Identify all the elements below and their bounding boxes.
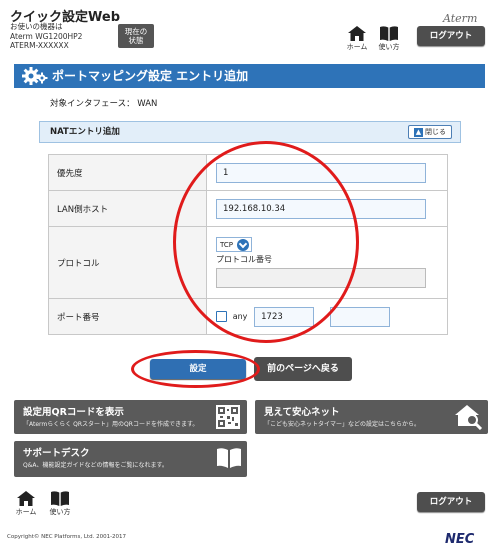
port-label: ポート番号 (48, 298, 207, 335)
home-button[interactable]: ホーム (343, 26, 371, 52)
qr-code-tile[interactable]: 設定用QRコードを表示 「Atermらくらく QRスタート」用のQRコードを作成… (14, 400, 247, 434)
book-icon (380, 26, 398, 41)
collapse-label: 閉じる (425, 128, 446, 136)
gear-icon (22, 67, 48, 85)
model-info-line: Aterm WG1200HP2 (10, 31, 83, 41)
brand-logo: Aterm (443, 12, 478, 25)
highlight-ring (131, 350, 260, 388)
back-button[interactable]: 前のページへ戻る (254, 357, 352, 381)
model-info: お使いの機器は Aterm WG1200HP2 ATERM-XXXXXX (10, 22, 82, 51)
qr-tile-title: 設定用QRコードを表示 (23, 407, 124, 418)
footer-help-button[interactable]: 使い方 (46, 491, 74, 517)
current-status-button[interactable]: 現在の 状態 (118, 24, 154, 48)
chevron-up-icon: ▲ (414, 127, 423, 137)
home-icon (348, 26, 366, 41)
footer-home-button[interactable]: ホーム (12, 491, 40, 517)
house-search-icon (455, 405, 483, 430)
qr-tile-desc: 「Atermらくらく QRスタート」用のQRコードを作成できます。 (23, 421, 199, 428)
logout-button[interactable]: ログアウト (417, 26, 485, 46)
support-tile-desc: Q&A、機能設定ガイドなどの情報をご覧になれます。 (23, 462, 168, 469)
book-icon (51, 491, 69, 506)
help-label: 使い方 (378, 43, 400, 51)
safety-net-tile[interactable]: 見えて安心ネット 「こども安心ネットタイマー」などの設定はこちらから。 (255, 400, 488, 434)
footer-help-label: 使い方 (49, 508, 71, 516)
copyright: Copyright© NEC Platforms, Ltd. 2001-2017 (7, 534, 127, 540)
home-label: ホーム (346, 43, 368, 51)
book-icon (217, 448, 241, 468)
nat-section-header: NATエントリ追加 ▲ 閉じる (39, 121, 461, 143)
help-button[interactable]: 使い方 (375, 26, 403, 52)
support-tile-title: サポートデスク (23, 448, 90, 459)
port-end-input[interactable] (329, 306, 390, 327)
page-title-text: ポートマッピング設定 エントリ追加 (52, 69, 249, 83)
footer-logout-button[interactable]: ログアウト (417, 492, 485, 512)
highlight-ring (173, 141, 359, 343)
priority-label: 優先度 (48, 154, 207, 191)
target-interface: 対象インタフェース： WAN (50, 97, 157, 109)
support-desk-tile[interactable]: サポートデスク Q&A、機能設定ガイドなどの情報をご覧になれます。 (14, 441, 247, 477)
safety-tile-desc: 「こども安心ネットタイマー」などの設定はこちらから。 (264, 421, 421, 428)
footer-home-label: ホーム (15, 508, 37, 516)
status-button-line: 状態 (128, 36, 144, 45)
qr-code-icon (216, 405, 240, 429)
home-icon (17, 491, 35, 506)
nec-logo: NEC (445, 532, 475, 547)
nat-section-title: NATエントリ追加 (50, 127, 120, 137)
model-info-line: お使いの機器は (10, 22, 63, 31)
collapse-button[interactable]: ▲ 閉じる (408, 125, 452, 139)
safety-tile-title: 見えて安心ネット (264, 407, 340, 418)
interface-value: WAN (137, 99, 158, 109)
page-title: ポートマッピング設定 エントリ追加 (14, 64, 485, 88)
model-info-line: ATERM-XXXXXX (10, 41, 69, 50)
status-button-line: 現在の (124, 27, 148, 36)
interface-label: 対象インタフェース： (50, 99, 135, 109)
